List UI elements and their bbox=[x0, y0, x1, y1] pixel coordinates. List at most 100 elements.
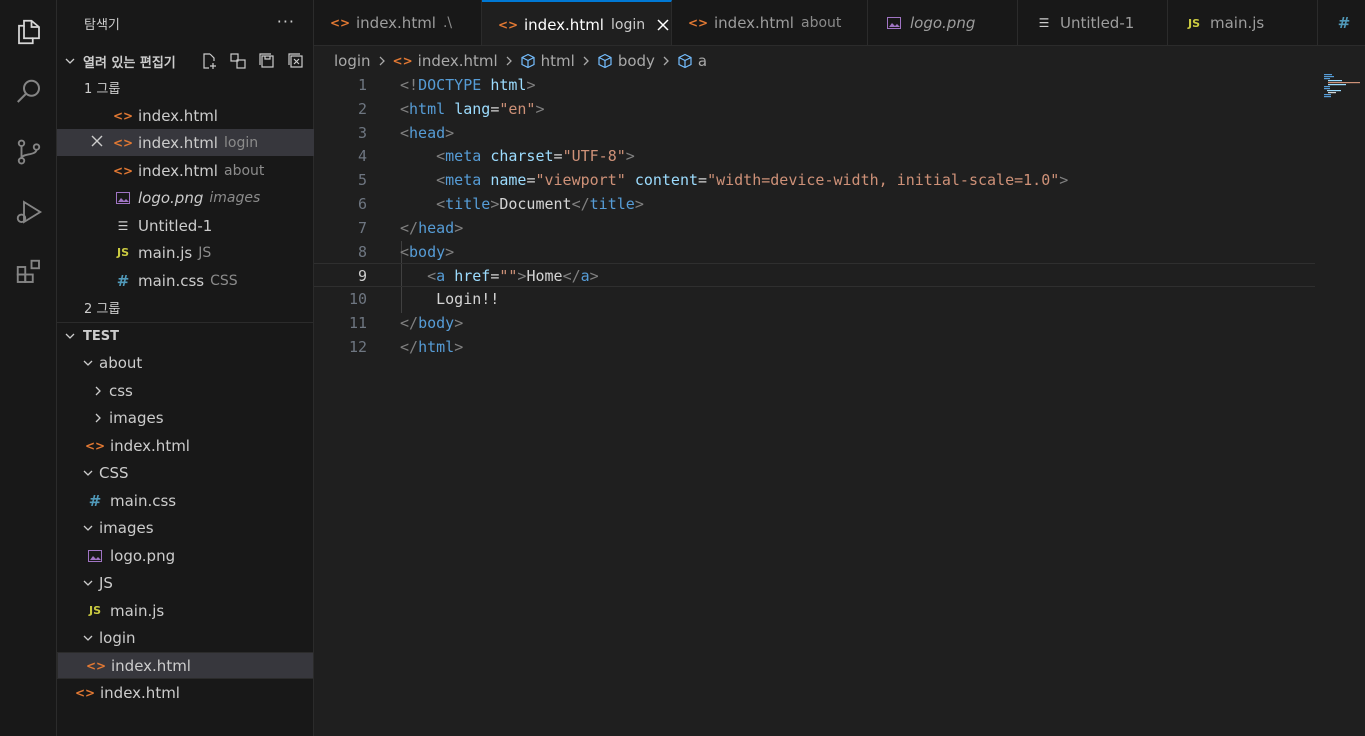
code-line[interactable]: 4 <meta charset="UTF-8"> bbox=[314, 144, 1315, 168]
css-icon: # bbox=[88, 491, 102, 510]
tree-folder[interactable]: about bbox=[57, 349, 314, 376]
tree-file[interactable]: logo.png bbox=[57, 542, 314, 569]
tree-item-name: index.html bbox=[111, 656, 191, 675]
code-token: > bbox=[634, 195, 644, 213]
code-token: Document bbox=[499, 195, 572, 213]
open-editors-header[interactable]: 열려 있는 편집기 bbox=[57, 47, 314, 75]
tab-main-css[interactable]: # bbox=[1318, 0, 1365, 45]
code-token: </ bbox=[571, 195, 590, 213]
new-file-icon[interactable] bbox=[199, 51, 219, 71]
element-icon bbox=[677, 53, 693, 69]
open-editor-item[interactable]: <> index.html about bbox=[57, 157, 314, 184]
tree-file[interactable]: <> index.html bbox=[57, 432, 314, 459]
breadcrumb-element[interactable]: body bbox=[618, 52, 655, 70]
tab-main-js[interactable]: JS main.js bbox=[1168, 0, 1318, 45]
code-text: </head> bbox=[400, 216, 463, 240]
open-editor-item[interactable]: # main.css CSS bbox=[57, 267, 314, 294]
tree-file[interactable]: <> index.html bbox=[57, 679, 314, 706]
open-editor-item[interactable]: logo.png images bbox=[57, 184, 314, 211]
tab-name: main.js bbox=[1210, 14, 1265, 32]
tree-folder[interactable]: JS bbox=[57, 569, 314, 596]
tab-index-about[interactable]: <> index.html about bbox=[672, 0, 868, 45]
code-line[interactable]: 3 <head> bbox=[314, 121, 1315, 145]
open-editor-item[interactable]: <> index.html bbox=[57, 102, 314, 129]
open-editor-item[interactable]: ☰ Untitled-1 bbox=[57, 212, 314, 239]
save-all-icon[interactable] bbox=[257, 51, 277, 71]
breadcrumb: login <> index.html html body a bbox=[334, 49, 707, 73]
explorer-icon[interactable] bbox=[0, 8, 57, 56]
new-group-icon[interactable] bbox=[228, 51, 248, 71]
image-icon bbox=[115, 190, 131, 206]
code-editor[interactable]: 1 <!DOCTYPE html> 2 <html lang="en"> 3 <head>… bbox=[314, 73, 1365, 736]
tree-file-selected[interactable]: <> index.html bbox=[57, 652, 314, 679]
code-line[interactable]: 5 <meta name="viewport" content="width=d… bbox=[314, 168, 1315, 192]
tab-untitled[interactable]: ☰ Untitled-1 bbox=[1018, 0, 1168, 45]
code-line[interactable]: 11 </body> bbox=[314, 311, 1315, 335]
code-token: meta bbox=[445, 171, 482, 190]
code-line[interactable]: 10 Login!! bbox=[314, 287, 1315, 311]
tree-file[interactable]: JS main.js bbox=[57, 597, 314, 624]
code-token: body bbox=[418, 314, 455, 332]
chevron-right-icon bbox=[581, 55, 591, 67]
code-line[interactable]: 12 </html> bbox=[314, 335, 1315, 359]
breadcrumb-folder[interactable]: login bbox=[334, 52, 371, 70]
code-line[interactable]: 8 <body> bbox=[314, 240, 1315, 264]
more-actions-icon[interactable]: ··· bbox=[277, 12, 295, 31]
close-icon[interactable] bbox=[655, 16, 671, 34]
code-line[interactable]: 7 </head> bbox=[314, 216, 1315, 240]
close-icon[interactable] bbox=[90, 134, 104, 148]
code-token: charset bbox=[490, 147, 554, 166]
breadcrumb-file[interactable]: index.html bbox=[418, 52, 498, 70]
open-editor-item-active[interactable]: <> index.html login bbox=[57, 129, 314, 156]
tree-file[interactable]: # main.css bbox=[57, 487, 314, 514]
chevron-down-icon bbox=[79, 467, 97, 479]
run-debug-icon[interactable] bbox=[0, 188, 57, 236]
tree-item-name: CSS bbox=[99, 463, 129, 482]
search-icon[interactable] bbox=[0, 68, 57, 116]
code-text: <!DOCTYPE html> bbox=[400, 73, 535, 97]
code-line[interactable]: 9 <a href="">Home</a> bbox=[314, 263, 1315, 288]
code-line[interactable]: 1 <!DOCTYPE html> bbox=[314, 73, 1315, 97]
tree-folder[interactable]: css bbox=[57, 377, 314, 404]
tab-logo[interactable]: logo.png bbox=[868, 0, 1018, 45]
tree-folder[interactable]: login bbox=[57, 624, 314, 651]
extensions-icon[interactable] bbox=[0, 248, 57, 296]
line-number: 2 bbox=[357, 99, 367, 118]
open-editor-name: logo.png bbox=[138, 188, 204, 207]
code-line[interactable]: 2 <html lang="en"> bbox=[314, 97, 1315, 121]
line-number: 3 bbox=[357, 123, 367, 142]
tree-folder[interactable]: images bbox=[57, 514, 314, 541]
code-text: <html lang="en"> bbox=[400, 97, 545, 121]
minimap[interactable] bbox=[1320, 72, 1360, 98]
tree-folder[interactable]: CSS bbox=[57, 459, 314, 486]
code-text: Login!! bbox=[400, 287, 499, 311]
line-number: 10 bbox=[348, 290, 367, 309]
js-icon: JS bbox=[88, 604, 101, 617]
line-number: 1 bbox=[357, 76, 367, 94]
html-icon: <> bbox=[84, 438, 106, 453]
code-line[interactable]: 6 <title>Document</title> bbox=[314, 192, 1315, 216]
code-token: > bbox=[625, 147, 635, 166]
tree-item-name: images bbox=[99, 518, 154, 537]
close-all-icon[interactable] bbox=[286, 51, 306, 71]
open-editor-item[interactable]: JS main.js JS bbox=[57, 239, 314, 266]
breadcrumb-element[interactable]: html bbox=[541, 52, 575, 70]
workspace-header[interactable]: TEST bbox=[57, 322, 314, 350]
code-token: href bbox=[454, 267, 491, 286]
open-editor-name: main.js bbox=[138, 243, 193, 262]
code-text: <body> bbox=[400, 240, 454, 264]
code-text: <title>Document</title> bbox=[400, 192, 644, 216]
tab-index-login[interactable]: <> index.html login bbox=[482, 0, 672, 45]
html-icon: <> bbox=[112, 163, 134, 178]
code-token: < bbox=[427, 267, 437, 286]
tab-index-root[interactable]: <> index.html .\ bbox=[314, 0, 482, 45]
tree-folder[interactable]: images bbox=[57, 404, 314, 431]
source-control-icon[interactable] bbox=[0, 128, 57, 176]
breadcrumb-element[interactable]: a bbox=[698, 52, 707, 70]
line-number: 8 bbox=[357, 242, 367, 261]
code-token: < bbox=[400, 242, 410, 261]
